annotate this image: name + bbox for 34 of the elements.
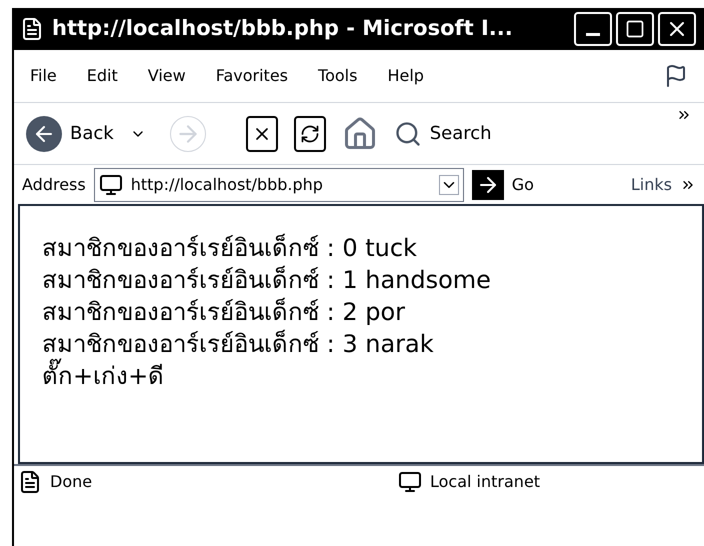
search-button[interactable]: Search xyxy=(394,120,492,148)
address-label: Address xyxy=(22,174,86,196)
dropdown-icon[interactable] xyxy=(438,174,459,194)
maximize-button[interactable] xyxy=(616,12,654,46)
page-icon xyxy=(18,470,42,494)
page-icon xyxy=(20,17,44,41)
menu-item[interactable]: Tools xyxy=(318,64,358,88)
menu-item[interactable]: Favorites xyxy=(216,64,288,88)
search-icon xyxy=(394,120,422,148)
window-title: http://localhost/bbb.php - Microsoft I... xyxy=(52,15,513,42)
windows-logo-icon xyxy=(664,64,688,88)
network-icon xyxy=(398,470,422,494)
stop-icon[interactable] xyxy=(246,116,278,152)
minimize-icon xyxy=(586,33,600,36)
menu-item[interactable]: Edit xyxy=(86,64,118,88)
maximize-icon xyxy=(625,19,645,39)
menu-item[interactable]: View xyxy=(148,64,186,88)
address-field[interactable]: http://localhost/bbb.php xyxy=(94,168,464,202)
status-text: Done xyxy=(50,471,94,493)
minimize-button[interactable] xyxy=(574,12,612,46)
text-line: สมาชิกของอาร์เรย์อินเด็กซ์ : 3 narak xyxy=(42,328,435,358)
close-button[interactable] xyxy=(658,12,696,46)
links-button[interactable]: Links xyxy=(630,172,672,196)
monitor-icon xyxy=(98,172,123,196)
menu-item[interactable]: File xyxy=(30,64,57,88)
refresh-icon[interactable] xyxy=(294,116,326,152)
text-line: ตั๊ก+เก่ง+ดี xyxy=(42,360,702,392)
go-button[interactable]: Go xyxy=(472,170,534,200)
text-line: สมาชิกของอาร์เรย์อินเด็กซ์ : 2 por xyxy=(42,296,406,328)
text-line: สมาชิกของอาร์เรย์อินเด็กซ์ : 1 handsome xyxy=(42,264,492,296)
menu-item[interactable]: Help xyxy=(387,64,424,88)
text-line: สมาชิกของอาร์เรย์อินเด็กซ์ : 0 tuck xyxy=(42,232,418,264)
back-button[interactable]: Back xyxy=(26,116,114,152)
zone-text: Local intranet xyxy=(430,471,540,493)
